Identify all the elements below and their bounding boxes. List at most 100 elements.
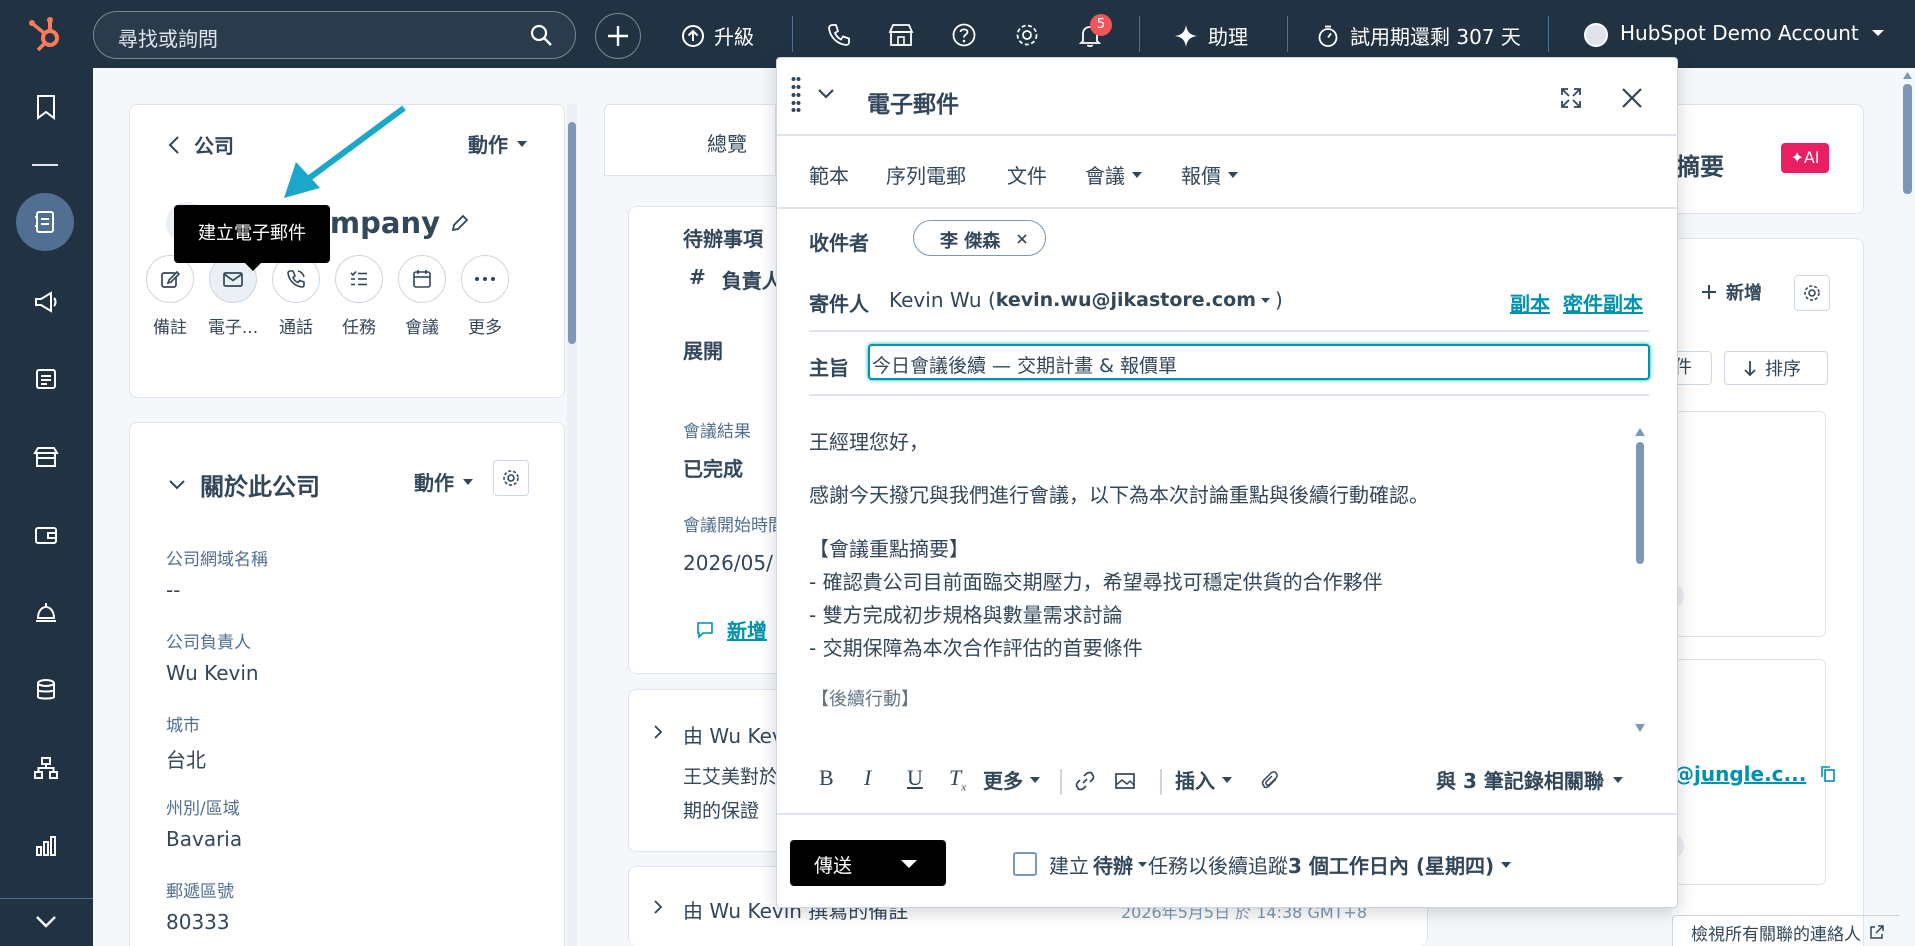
task-button[interactable] [335,255,383,303]
about-actions-dropdown[interactable]: 動作 [414,467,474,496]
sort-button[interactable]: 排序 [1724,351,1828,385]
tab-overview[interactable]: 總覽 [604,104,776,176]
wallet-icon[interactable] [22,511,70,559]
scrollbar-thumb[interactable] [1636,442,1644,564]
note-action[interactable]: 備註 [135,255,205,338]
expand-chevron-icon[interactable] [22,898,70,946]
add-contact-button[interactable]: 新增 [1700,279,1762,305]
send-options-caret-icon[interactable] [900,859,918,869]
content-icon[interactable] [22,355,70,403]
contacts-book-icon[interactable] [16,193,74,251]
templates-button[interactable]: 範本 [809,160,849,189]
chevron-right-icon[interactable] [653,724,663,740]
reports-chart-icon[interactable] [22,822,70,870]
edit-pencil-icon[interactable] [450,213,470,233]
documents-button[interactable]: 文件 [1007,160,1047,189]
collapse-chevron-icon[interactable] [817,88,835,100]
image-icon[interactable] [1114,771,1136,791]
from-selector[interactable]: Kevin Wu ( kevin.wu@jikastore.com ) [889,288,1283,312]
followup-when-dropdown[interactable]: 3 個工作日內 (星期四) [1288,850,1512,879]
bcc-link[interactable]: 密件副本 [1563,288,1643,317]
more-button[interactable] [461,255,509,303]
account-menu[interactable]: HubSpot Demo Account [1620,21,1885,45]
about-section-toggle[interactable]: 關於此公司 [168,467,320,502]
chevron-right-icon[interactable] [653,899,663,915]
bold-icon[interactable]: B [819,765,834,791]
recipient-chip[interactable]: 李 傑森 [913,220,1046,256]
search-icon[interactable] [529,23,553,47]
link-icon[interactable] [1075,771,1095,791]
property-owner[interactable]: 公司負責人 Wu Kevin [166,628,259,685]
expand-link[interactable]: 展開 [683,335,723,364]
global-search-input[interactable]: 尋找或詢問 [93,11,576,59]
commerce-store-icon[interactable] [22,433,70,481]
property-postal-code[interactable]: 郵遞區號 80333 [166,877,234,934]
meeting-action[interactable]: 會議 [387,255,457,338]
property-domain[interactable]: 公司網域名稱 -- [166,545,268,602]
contact-preview-card-1[interactable] [1672,411,1826,637]
meeting-start-value[interactable]: 2026/05/ [683,551,773,575]
property-state[interactable]: 州別/區域 Bavaria [166,794,242,851]
company-actions-dropdown[interactable]: 動作 [468,129,528,158]
italic-icon[interactable]: I [864,765,871,791]
attachment-paperclip-icon[interactable] [1261,771,1281,791]
meeting-result-value[interactable]: 已完成 [683,453,743,482]
sequences-button[interactable]: 序列電郵 [886,160,966,189]
ai-badge[interactable]: ✦AI [1781,143,1829,173]
more-format-dropdown[interactable]: 更多 [983,765,1041,794]
followup-type-dropdown[interactable]: 待辦 [1093,850,1148,879]
phone-icon[interactable] [826,22,852,48]
add-comment-link[interactable]: 新增 [695,615,767,644]
insert-dropdown[interactable]: 插入 [1175,765,1233,794]
contact-email-row[interactable]: @jungle.c... [1674,762,1836,786]
meeting-button[interactable] [398,255,446,303]
meetings-dropdown[interactable]: 會議 [1085,160,1143,189]
close-icon[interactable] [1620,86,1644,110]
scrollbar-thumb[interactable] [1903,84,1912,194]
remove-recipient-icon[interactable] [1016,233,1028,245]
associated-records-dropdown[interactable]: 與 3 筆記錄相關聯 [1436,765,1624,794]
cc-link[interactable]: 副本 [1510,288,1550,317]
contacts-settings-button[interactable] [1794,275,1830,311]
database-icon[interactable] [22,666,70,714]
automation-hierarchy-icon[interactable] [22,744,70,792]
underline-icon[interactable]: U [907,765,923,791]
drag-handle-icon[interactable] [791,76,801,112]
followup-when-label: 3 個工作日內 (星期四) [1288,854,1495,878]
hubspot-logo-icon[interactable] [26,14,66,54]
send-button[interactable]: 傳送 [814,851,852,878]
bookmark-icon[interactable] [22,83,70,131]
email-body-editor[interactable]: 王經理您好， 感謝今天撥冗與我們進行會議，以下為本次討論重點與後續行動確認。 【… [809,413,1633,797]
clear-format-icon[interactable]: Tx [949,765,966,793]
trial-countdown[interactable]: 試用期還剩 307 天 [1316,21,1521,50]
create-new-button[interactable] [595,13,641,59]
service-bell-icon[interactable] [22,588,70,636]
back-to-companies-link[interactable]: 公司 [168,130,234,159]
scrollbar-thumb[interactable] [568,122,576,344]
about-settings-button[interactable] [493,460,529,496]
property-value: 80333 [166,910,230,934]
marketplace-icon[interactable] [888,22,914,48]
help-icon[interactable] [951,22,977,48]
copy-icon[interactable] [1820,765,1836,783]
left-column-scrollbar[interactable] [567,104,577,946]
property-city[interactable]: 城市 台北 [166,711,206,773]
page-scrollbar[interactable] [1900,68,1915,946]
expand-icon[interactable] [1559,86,1583,110]
more-action[interactable]: 更多 [450,255,520,338]
call-action[interactable]: 通話 [261,255,331,338]
contact-email[interactable]: @jungle.c... [1674,762,1806,786]
filter-button[interactable]: 件 [1672,351,1712,385]
upgrade-button[interactable]: 升級 [680,21,754,50]
body-scrollbar[interactable] [1633,428,1647,733]
subject-input[interactable]: 今日會議後續 — 交期計畫 & 報價單 [868,344,1650,380]
settings-gear-icon[interactable] [1014,22,1040,48]
account-avatar[interactable] [1584,23,1608,47]
followup-checkbox[interactable] [1013,852,1037,876]
contact-preview-card-2[interactable]: @jungle.c... [1672,659,1836,885]
marketing-megaphone-icon[interactable] [22,278,70,326]
quotes-dropdown[interactable]: 報價 [1181,160,1239,189]
view-all-contacts-button[interactable]: 檢視所有關聯的連絡人 [1672,915,1915,946]
assistant-button[interactable]: 助理 [1174,21,1248,50]
task-action[interactable]: 任務 [324,255,394,338]
